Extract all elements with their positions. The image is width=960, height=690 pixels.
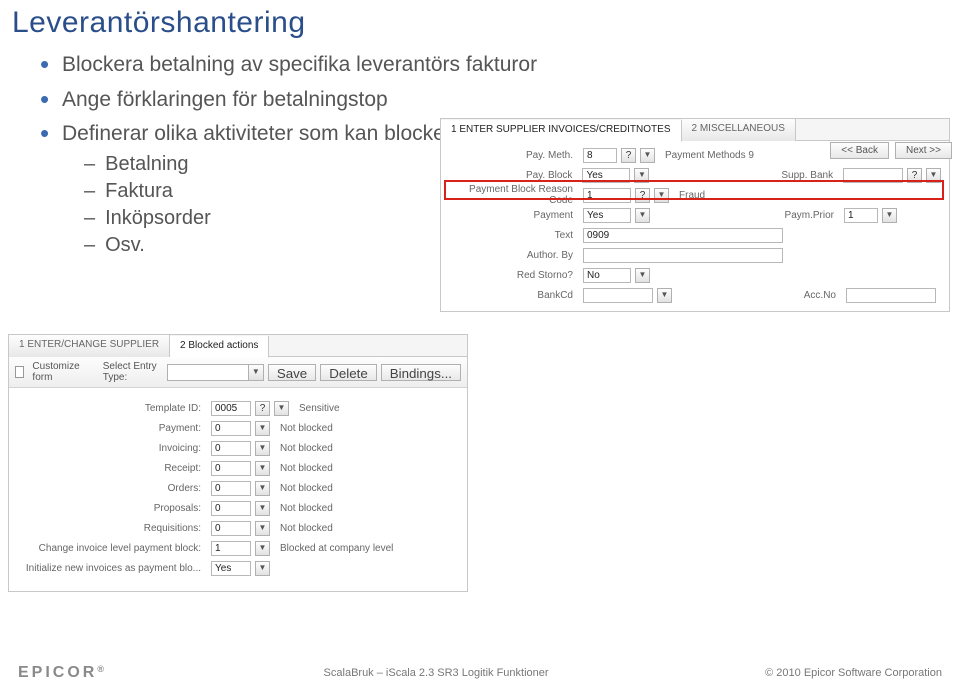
help-icon[interactable]: ? bbox=[907, 168, 922, 183]
author-field[interactable] bbox=[583, 248, 783, 263]
customize-form-label: Customize form bbox=[32, 361, 84, 383]
pay-block-field[interactable] bbox=[582, 168, 630, 183]
pay-block-label: Pay. Block bbox=[449, 170, 578, 181]
tab-blocked-actions[interactable]: 2 Blocked actions bbox=[170, 336, 269, 358]
proposals-field[interactable] bbox=[211, 501, 251, 516]
invoicing-label: Invoicing: bbox=[17, 443, 207, 454]
chevron-down-icon[interactable]: ▼ bbox=[657, 288, 672, 303]
page-title: Leverantörshantering bbox=[0, 0, 960, 44]
requisitions-desc: Not blocked bbox=[280, 523, 333, 534]
epicor-logo: EPICOR® bbox=[18, 664, 107, 682]
requisitions-label: Requisitions: bbox=[17, 523, 207, 534]
chevron-down-icon[interactable]: ▼ bbox=[882, 208, 897, 223]
pbrc-field[interactable] bbox=[583, 188, 631, 203]
text-field[interactable] bbox=[583, 228, 783, 243]
orders-desc: Not blocked bbox=[280, 483, 333, 494]
bullet-1: Blockera betalning av specifika leverant… bbox=[40, 48, 960, 81]
chevron-down-icon[interactable]: ▼ bbox=[634, 168, 649, 183]
pay-meth-label: Pay. Meth. bbox=[449, 150, 579, 161]
requisitions-field[interactable] bbox=[211, 521, 251, 536]
paym-prior-field[interactable] bbox=[844, 208, 878, 223]
chevron-down-icon[interactable]: ▼ bbox=[255, 481, 270, 496]
payment-field[interactable] bbox=[211, 421, 251, 436]
supp-bank-label: Supp. Bank bbox=[773, 170, 839, 181]
bankcd-field[interactable] bbox=[583, 288, 653, 303]
chevron-down-icon[interactable]: ▼ bbox=[654, 188, 669, 203]
chevron-down-icon[interactable]: ▼ bbox=[635, 208, 650, 223]
init-inv-field[interactable] bbox=[211, 561, 251, 576]
supp-bank-field[interactable] bbox=[843, 168, 903, 183]
change-inv-label: Change invoice level payment block: bbox=[17, 543, 207, 554]
bindings-button[interactable]: Bindings... bbox=[381, 364, 461, 381]
chevron-down-icon[interactable]: ▼ bbox=[274, 401, 289, 416]
pay-meth-desc: Payment Methods 9 bbox=[665, 150, 754, 161]
chevron-down-icon[interactable]: ▼ bbox=[640, 148, 655, 163]
chevron-down-icon[interactable]: ▼ bbox=[255, 561, 270, 576]
change-inv-desc: Blocked at company level bbox=[280, 543, 393, 554]
template-desc: Sensitive bbox=[299, 403, 340, 414]
pbrc-desc: Fraud bbox=[679, 190, 705, 201]
select-entry-dropdown[interactable]: ▼ bbox=[167, 364, 264, 381]
footer-right: © 2010 Epicor Software Corporation bbox=[765, 667, 942, 679]
tab-enter-invoices[interactable]: 1 ENTER SUPPLIER INVOICES/CREDITNOTES bbox=[441, 120, 682, 142]
payment-desc: Not blocked bbox=[280, 423, 333, 434]
text-label: Text bbox=[449, 230, 579, 241]
accno-field[interactable] bbox=[846, 288, 936, 303]
chevron-down-icon[interactable]: ▼ bbox=[255, 461, 270, 476]
orders-label: Orders: bbox=[17, 483, 207, 494]
next-button[interactable]: Next >> bbox=[895, 142, 952, 159]
accno-label: Acc.No bbox=[776, 290, 842, 301]
pbrc-label: Payment Block Reason Code bbox=[449, 184, 579, 206]
customize-form-checkbox[interactable] bbox=[15, 366, 24, 378]
author-label: Author. By bbox=[449, 250, 579, 261]
template-id-label: Template ID: bbox=[17, 403, 207, 414]
chevron-down-icon[interactable]: ▼ bbox=[255, 501, 270, 516]
footer-center: ScalaBruk – iScala 2.3 SR3 Logitik Funkt… bbox=[324, 667, 549, 679]
invoicing-field[interactable] bbox=[211, 441, 251, 456]
proposals-desc: Not blocked bbox=[280, 503, 333, 514]
pay-meth-field[interactable] bbox=[583, 148, 617, 163]
payment-label: Payment bbox=[449, 210, 579, 221]
payment-field[interactable] bbox=[583, 208, 631, 223]
change-inv-field[interactable] bbox=[211, 541, 251, 556]
tab-enter-change-supplier[interactable]: 1 ENTER/CHANGE SUPPLIER bbox=[9, 335, 170, 357]
receipt-label: Receipt: bbox=[17, 463, 207, 474]
invoicing-desc: Not blocked bbox=[280, 443, 333, 454]
chevron-down-icon[interactable]: ▼ bbox=[255, 421, 270, 436]
nav-buttons: << Back Next >> bbox=[830, 142, 952, 159]
help-icon[interactable]: ? bbox=[635, 188, 650, 203]
chevron-down-icon[interactable]: ▼ bbox=[255, 441, 270, 456]
supplier-panel: 1 ENTER/CHANGE SUPPLIER 2 Blocked action… bbox=[8, 334, 468, 592]
chevron-down-icon[interactable]: ▼ bbox=[926, 168, 941, 183]
help-icon[interactable]: ? bbox=[621, 148, 636, 163]
chevron-down-icon[interactable]: ▼ bbox=[255, 521, 270, 536]
back-button[interactable]: << Back bbox=[830, 142, 889, 159]
chevron-down-icon[interactable]: ▼ bbox=[255, 541, 270, 556]
footer: EPICOR® ScalaBruk – iScala 2.3 SR3 Logit… bbox=[0, 660, 960, 690]
template-id-field[interactable] bbox=[211, 401, 251, 416]
paym-prior-label: Paym.Prior bbox=[774, 210, 840, 221]
tab-miscellaneous[interactable]: 2 MISCELLANEOUS bbox=[682, 119, 796, 141]
receipt-desc: Not blocked bbox=[280, 463, 333, 474]
proposals-label: Proposals: bbox=[17, 503, 207, 514]
red-storno-label: Red Storno? bbox=[449, 270, 579, 281]
init-inv-label: Initialize new invoices as payment blo..… bbox=[17, 563, 207, 574]
save-button[interactable]: Save bbox=[268, 364, 316, 381]
select-entry-label: Select Entry Type: bbox=[103, 361, 163, 383]
red-storno-field[interactable] bbox=[583, 268, 631, 283]
payment-label: Payment: bbox=[17, 423, 207, 434]
orders-field[interactable] bbox=[211, 481, 251, 496]
receipt-field[interactable] bbox=[211, 461, 251, 476]
bullet-2: Ange förklaringen för betalningstop bbox=[40, 83, 960, 116]
delete-button[interactable]: Delete bbox=[320, 364, 377, 381]
bankcd-label: BankCd bbox=[449, 290, 579, 301]
chevron-down-icon[interactable]: ▼ bbox=[635, 268, 650, 283]
help-icon[interactable]: ? bbox=[255, 401, 270, 416]
